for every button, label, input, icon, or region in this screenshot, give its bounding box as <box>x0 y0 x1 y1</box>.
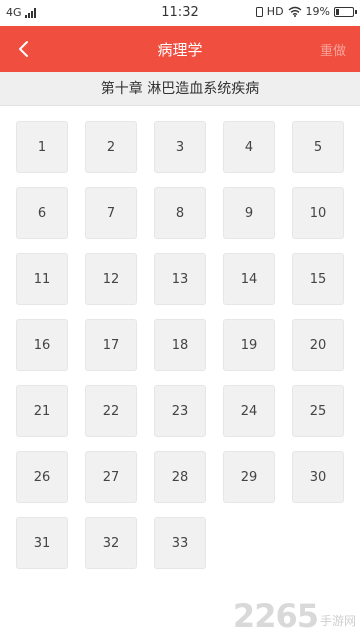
question-cell[interactable]: 29 <box>223 451 275 503</box>
watermark-label: 手游网 <box>319 614 356 628</box>
status-bar: 4G 11:32 HD 19% <box>0 0 360 26</box>
redo-button[interactable]: 重做 <box>320 40 346 59</box>
vibrate-icon <box>255 6 263 17</box>
question-cell[interactable]: 28 <box>154 451 206 503</box>
question-cell[interactable]: 31 <box>16 517 68 569</box>
page-title: 病理学 <box>157 41 203 59</box>
question-cell[interactable]: 30 <box>292 451 344 503</box>
nav-bar: 病理学 重做 <box>0 26 360 72</box>
question-cell[interactable]: 12 <box>85 253 137 305</box>
question-cell[interactable]: 15 <box>292 253 344 305</box>
battery-percent: 19% <box>305 5 330 18</box>
question-cell[interactable]: 1 <box>16 121 68 173</box>
question-cell[interactable]: 17 <box>85 319 137 371</box>
question-cell[interactable]: 5 <box>292 121 344 173</box>
question-cell[interactable]: 20 <box>292 319 344 371</box>
wifi-icon <box>288 6 301 17</box>
question-cell[interactable]: 19 <box>223 319 275 371</box>
question-cell[interactable]: 26 <box>16 451 68 503</box>
chapter-title: 第十章 淋巴造血系统疾病 <box>0 72 360 106</box>
watermark-logo: 2265 手游网 <box>233 600 356 632</box>
question-cell[interactable]: 3 <box>154 121 206 173</box>
question-grid: 1 2 3 4 5 6 7 8 9 10 11 12 13 14 15 16 17 18 19 20 21 22 23 24 2… <box>16 121 344 569</box>
question-cell[interactable]: 27 <box>85 451 137 503</box>
battery-icon <box>334 6 357 17</box>
question-cell[interactable]: 8 <box>154 187 206 239</box>
question-cell[interactable]: 11 <box>16 253 68 305</box>
question-cell[interactable]: 7 <box>85 187 137 239</box>
question-cell[interactable]: 16 <box>16 319 68 371</box>
question-cell[interactable]: 9 <box>223 187 275 239</box>
question-cell[interactable]: 24 <box>223 385 275 437</box>
hd-label: HD <box>266 5 284 18</box>
question-cell[interactable]: 13 <box>154 253 206 305</box>
question-cell[interactable]: 25 <box>292 385 344 437</box>
status-right: HD 19% <box>255 5 357 18</box>
question-cell[interactable]: 22 <box>85 385 137 437</box>
question-cell[interactable]: 23 <box>154 385 206 437</box>
watermark-number: 2265 <box>232 597 319 635</box>
question-cell[interactable]: 21 <box>16 385 68 437</box>
question-cell[interactable]: 18 <box>154 319 206 371</box>
question-cell[interactable]: 32 <box>85 517 137 569</box>
question-cell[interactable]: 6 <box>16 187 68 239</box>
question-cell[interactable]: 33 <box>154 517 206 569</box>
question-cell[interactable]: 14 <box>223 253 275 305</box>
question-cell[interactable]: 10 <box>292 187 344 239</box>
question-cell[interactable]: 4 <box>223 121 275 173</box>
question-cell[interactable]: 2 <box>85 121 137 173</box>
